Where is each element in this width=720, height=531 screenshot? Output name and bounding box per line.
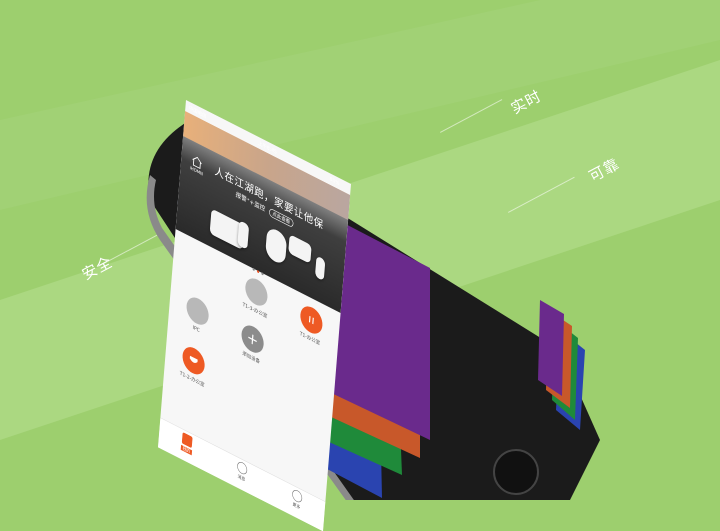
tab-label: 消息 <box>237 473 246 483</box>
phone-illustration <box>146 120 600 500</box>
product-sensor <box>237 220 250 250</box>
tab-label: 更多 <box>292 501 301 511</box>
product-alarm <box>288 234 312 264</box>
product-camera <box>265 225 288 267</box>
device-t1-2[interactable]: T1-2-办公室 <box>164 334 222 396</box>
home-button <box>493 449 539 495</box>
brand-logo: iHOMN <box>186 151 208 186</box>
product-remote <box>314 255 326 282</box>
layer-purple-right <box>538 300 564 396</box>
device-ipc[interactable]: IPC <box>168 285 226 346</box>
